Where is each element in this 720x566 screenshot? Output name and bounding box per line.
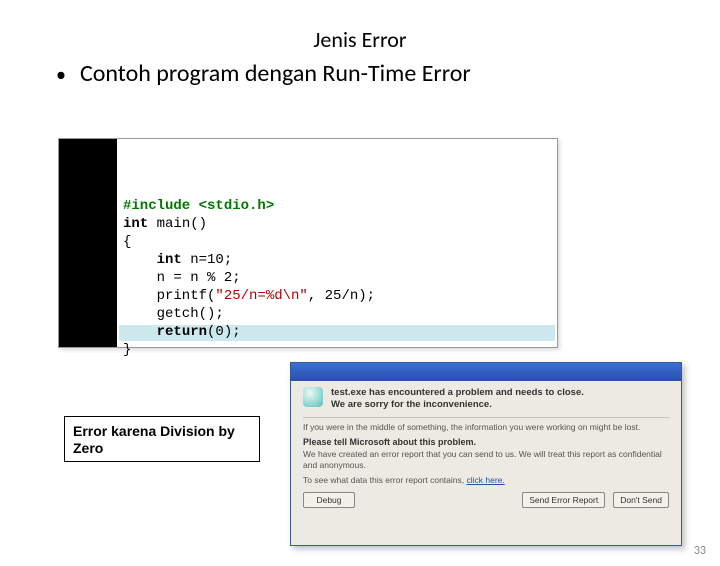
code-string: "25/n=%d\n" — [215, 288, 307, 304]
slide-title: Jenis Error — [0, 26, 720, 53]
dont-send-button[interactable]: Don't Send — [613, 492, 669, 508]
bullet-dot: • — [56, 59, 66, 91]
code-area: #include <stdio.h> int main() { int n=10… — [117, 139, 557, 347]
caption-box: Error karena Division by Zero — [64, 416, 260, 462]
error-dialog: test.exe has encountered a problem and n… — [290, 362, 682, 546]
dialog-titlebar — [291, 363, 681, 381]
separator — [303, 417, 669, 418]
code-text: #include <stdio.h> int main() { int n=10… — [123, 197, 551, 359]
click-here-link[interactable]: click here. — [466, 475, 504, 485]
bullet-text: Contoh program dengan Run-Time Error — [80, 59, 471, 88]
debug-button[interactable]: Debug — [303, 492, 355, 508]
page-number: 33 — [694, 544, 706, 558]
dialog-para1: If you were in the middle of something, … — [303, 422, 669, 433]
code-block: #include <stdio.h> int main() { int n=10… — [58, 138, 558, 348]
code-kw-int: int — [123, 216, 148, 232]
bullet-item: • Contoh program dengan Run-Time Error — [0, 59, 720, 91]
dialog-subhead: Please tell Microsoft about this problem… — [303, 437, 669, 447]
dialog-para2: We have created an error report that you… — [303, 449, 669, 471]
dialog-body: test.exe has encountered a problem and n… — [291, 381, 681, 512]
send-report-button[interactable]: Send Error Report — [522, 492, 605, 508]
dialog-button-row: Debug Send Error Report Don't Send — [303, 492, 669, 508]
code-kw-int2: int — [157, 252, 182, 268]
dialog-link-row: To see what data this error report conta… — [303, 475, 669, 486]
code-kw-return: return — [157, 324, 207, 340]
app-icon — [303, 387, 323, 407]
dialog-heading: test.exe has encountered a problem and n… — [331, 387, 584, 411]
code-preproc: #include <stdio.h> — [123, 198, 274, 214]
code-gutter — [59, 139, 117, 347]
